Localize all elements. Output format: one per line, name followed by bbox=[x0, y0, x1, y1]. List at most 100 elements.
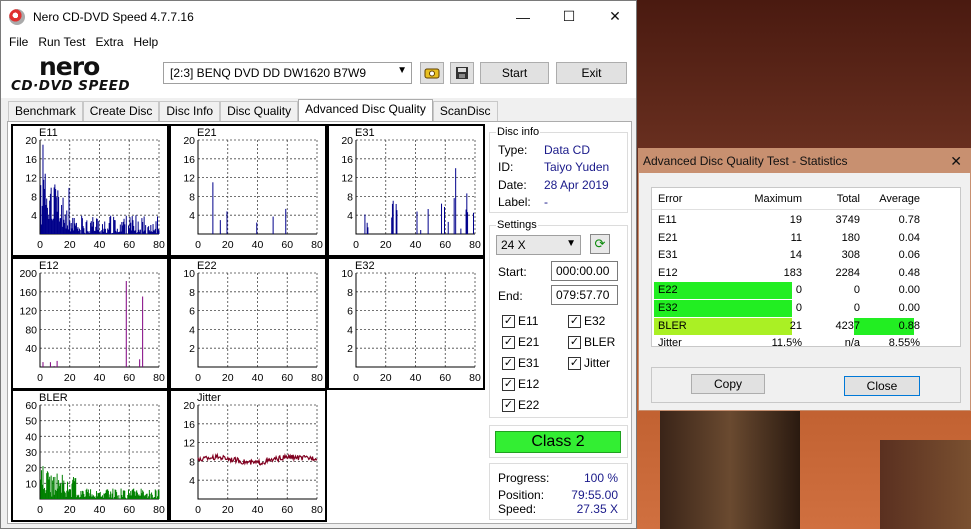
stats-header-cell: Average bbox=[879, 193, 920, 205]
check-e11[interactable]: ✓ E11 bbox=[502, 314, 538, 328]
close-button[interactable]: ✕ bbox=[592, 1, 638, 32]
stats-cell: BLER bbox=[658, 319, 687, 332]
stats-header-row: Error Maximum Total Average bbox=[652, 191, 962, 208]
check-e21-label: E21 bbox=[518, 335, 540, 349]
stats-cell: 0.06 bbox=[898, 249, 920, 262]
stats-cell: Jitter bbox=[658, 337, 682, 350]
x-tick-label: 0 bbox=[37, 372, 43, 384]
check-bler[interactable]: ✓ BLER bbox=[568, 335, 615, 349]
settings-title: Settings bbox=[496, 219, 538, 231]
type-value: Data CD bbox=[544, 143, 591, 157]
checkbox-icon: ✓ bbox=[502, 398, 515, 412]
stats-row: E12 183 2284 0.48 bbox=[652, 265, 962, 282]
stats-cell: 0.04 bbox=[898, 231, 920, 244]
stats-cell: 180 bbox=[841, 231, 860, 244]
exit-button[interactable]: Exit bbox=[556, 62, 627, 84]
chart-svg: 0 20 40 60 80 4 8 12 16 20 bbox=[341, 135, 481, 251]
tab-disc-info[interactable]: Disc Info bbox=[159, 101, 221, 121]
start-button[interactable]: Start bbox=[480, 62, 549, 84]
tab-benchmark[interactable]: Benchmark bbox=[8, 101, 83, 121]
chart-e22: 0 20 40 60 80 2 4 6 8 10 E22 bbox=[169, 257, 327, 390]
checkbox-icon: ✓ bbox=[568, 335, 581, 349]
x-tick-label: 60 bbox=[281, 504, 293, 516]
x-tick-label: 20 bbox=[380, 239, 392, 251]
y-tick-label: 20 bbox=[25, 463, 37, 475]
y-tick-label: 4 bbox=[189, 324, 195, 336]
y-tick-label: 4 bbox=[189, 210, 195, 222]
check-e32[interactable]: ✓ E32 bbox=[568, 314, 605, 328]
check-jitter[interactable]: ✓ Jitter bbox=[568, 356, 610, 370]
minimize-button[interactable]: — bbox=[500, 1, 546, 32]
header-divider bbox=[652, 209, 914, 210]
end-field[interactable]: 079:57.70 bbox=[551, 285, 618, 305]
start-field[interactable]: 000:00.00 bbox=[551, 261, 618, 281]
eject-icon[interactable] bbox=[420, 62, 444, 84]
stats-cell: 0 bbox=[853, 284, 860, 297]
tab-disc-quality[interactable]: Disc Quality bbox=[220, 101, 299, 121]
chart-bler: 0 20 40 60 80 10 20 30 40 50 60 BLER bbox=[11, 389, 169, 522]
y-tick-label: 80 bbox=[25, 324, 37, 336]
stats-cell: 183 bbox=[783, 266, 802, 279]
check-e12[interactable]: ✓ E12 bbox=[502, 377, 539, 391]
stats-row: E21 11 180 0.04 bbox=[652, 230, 962, 247]
tab-scandisc[interactable]: ScanDisc bbox=[432, 101, 498, 121]
stats-cell: 0.78 bbox=[898, 214, 920, 226]
y-tick-label: 120 bbox=[19, 306, 37, 318]
chart-svg: 0 20 40 60 80 2 4 6 8 10 bbox=[183, 268, 323, 384]
label-value: - bbox=[544, 195, 548, 209]
progress-label: Progress: bbox=[498, 471, 550, 485]
x-tick-label: 60 bbox=[123, 239, 135, 251]
chart-title: Jitter bbox=[197, 392, 221, 404]
y-tick-label: 20 bbox=[183, 135, 195, 147]
y-tick-label: 2 bbox=[347, 343, 353, 355]
maximize-button[interactable]: ☐ bbox=[546, 1, 592, 32]
close-icon[interactable]: ✕ bbox=[950, 153, 962, 170]
y-tick-label: 60 bbox=[25, 400, 37, 412]
y-tick-label: 12 bbox=[341, 173, 353, 185]
checkbox-icon: ✓ bbox=[502, 377, 515, 391]
chart-svg: 0 20 40 60 80 10 20 30 40 50 60 bbox=[25, 400, 165, 516]
check-e31[interactable]: ✓ E31 bbox=[502, 356, 539, 370]
speed-select[interactable]: 24 X ▼ bbox=[496, 235, 581, 255]
checkbox-icon: ✓ bbox=[502, 335, 515, 349]
background-structure bbox=[660, 400, 800, 529]
check-e21[interactable]: ✓ E21 bbox=[502, 335, 539, 349]
save-icon[interactable] bbox=[450, 62, 474, 84]
stats-cell: 8.55% bbox=[888, 337, 920, 350]
check-e22[interactable]: ✓ E22 bbox=[502, 398, 539, 412]
y-tick-label: 4 bbox=[31, 210, 37, 222]
x-tick-label: 60 bbox=[439, 372, 451, 384]
tab-create-disc[interactable]: Create Disc bbox=[82, 101, 160, 121]
speed-value: 24 X bbox=[501, 238, 526, 252]
check-e32-label: E32 bbox=[584, 314, 606, 328]
statistics-title-bar: Advanced Disc Quality Test - Statistics … bbox=[639, 149, 970, 173]
y-tick-label: 12 bbox=[25, 173, 37, 185]
menu-file[interactable]: File bbox=[4, 35, 33, 49]
menu-help[interactable]: Help bbox=[129, 35, 164, 49]
y-tick-label: 40 bbox=[25, 343, 37, 355]
y-tick-label: 16 bbox=[25, 154, 37, 166]
class-badge: Class 2 bbox=[495, 431, 621, 453]
refresh-icon[interactable]: ⟳ bbox=[590, 234, 610, 254]
x-tick-label: 40 bbox=[94, 504, 106, 516]
x-tick-label: 0 bbox=[353, 239, 359, 251]
axis bbox=[197, 273, 317, 368]
menu-run-test[interactable]: Run Test bbox=[33, 35, 90, 49]
logo-subtext: CD·DVD SPEED bbox=[11, 78, 131, 94]
tab-advanced-disc-quality[interactable]: Advanced Disc Quality bbox=[298, 99, 433, 121]
x-tick-label: 20 bbox=[64, 239, 76, 251]
y-tick-label: 8 bbox=[347, 191, 353, 203]
jitter-line bbox=[197, 452, 318, 466]
copy-button[interactable]: Copy bbox=[691, 374, 765, 394]
y-tick-label: 10 bbox=[183, 268, 195, 280]
drive-select[interactable]: [2:3] BENQ DVD DD DW1620 B7W9 ▼ bbox=[163, 62, 412, 84]
x-tick-label: 40 bbox=[94, 239, 106, 251]
menu-extra[interactable]: Extra bbox=[90, 35, 128, 49]
y-tick-label: 20 bbox=[183, 400, 195, 412]
y-tick-label: 30 bbox=[25, 447, 37, 459]
chart-title: E12 bbox=[39, 260, 59, 272]
close-button[interactable]: Close bbox=[844, 376, 920, 396]
stats-row: E31 14 308 0.06 bbox=[652, 247, 962, 264]
x-tick-label: 20 bbox=[222, 239, 234, 251]
stats-cell: 308 bbox=[841, 249, 860, 262]
